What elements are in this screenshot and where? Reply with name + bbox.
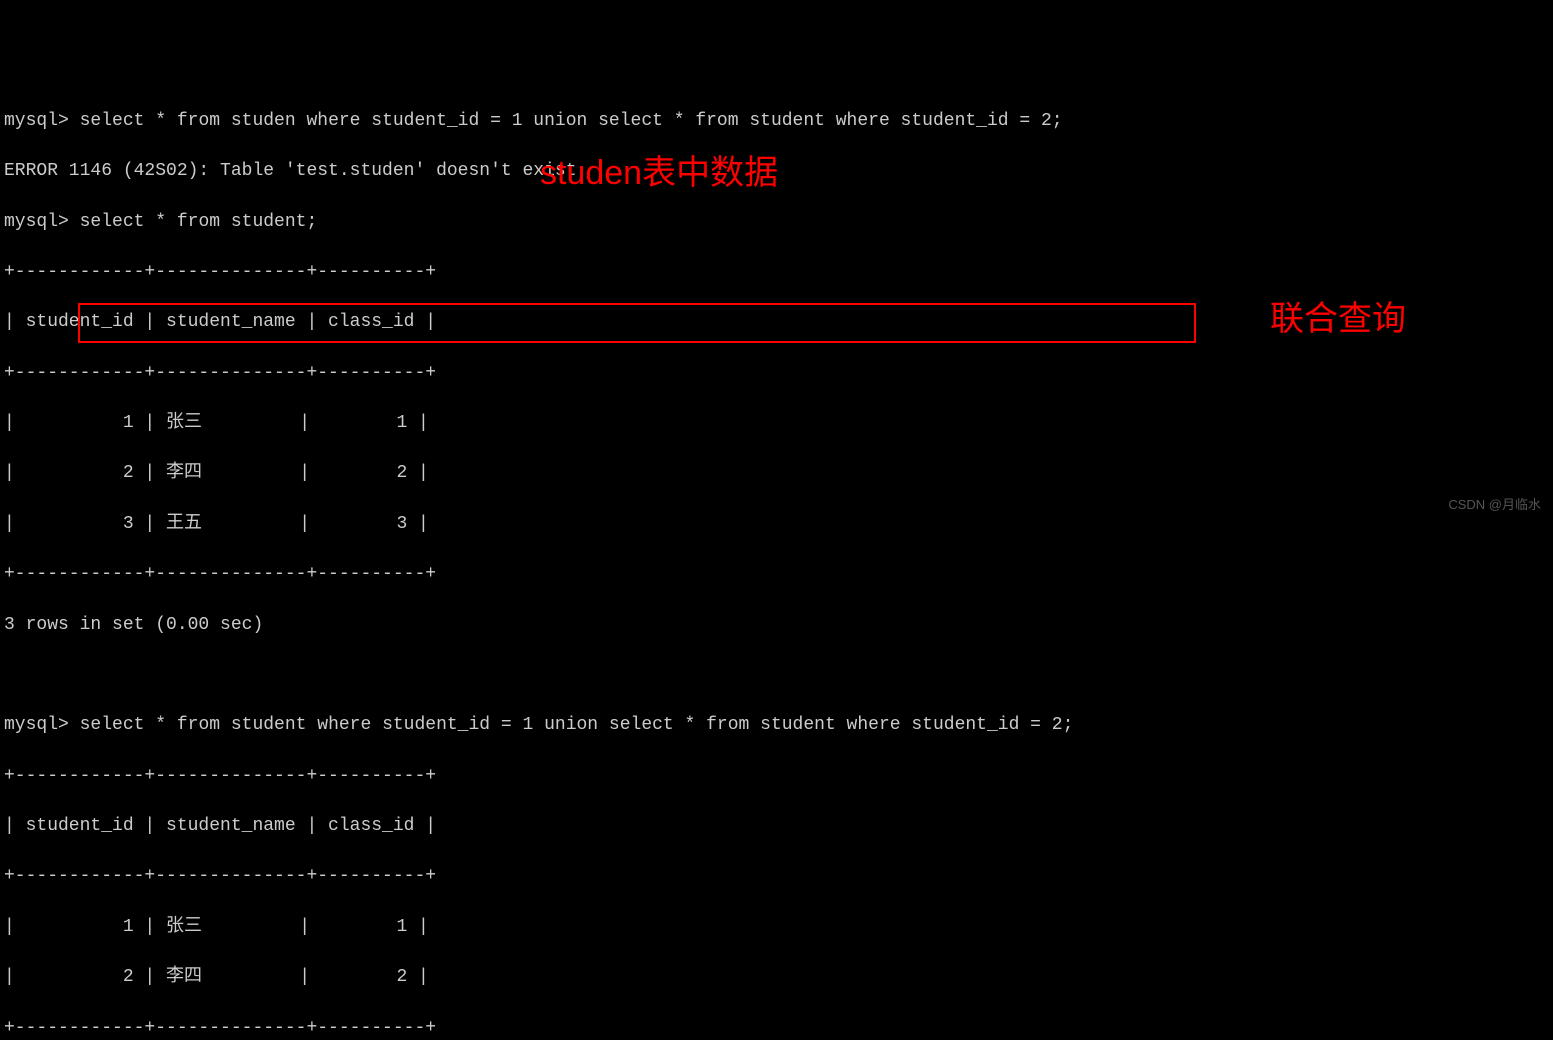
result-footer: 3 rows in set (0.00 sec) [4,613,1549,638]
sql-query-1: select * from studen where student_id = … [80,111,1063,131]
watermark: CSDN @月临水 [1448,496,1541,514]
table-border: +------------+--------------+----------+ [4,1016,1549,1040]
annotation-label-2: 联合查询 [1270,296,1406,344]
annotation-label-1: studen表中数据 [540,150,778,198]
sql-query-3: select * from student where student_id =… [80,715,1074,735]
table-border: +------------+--------------+----------+ [4,864,1549,889]
sql-query-2: select * from student; [80,212,318,232]
terminal-line: mysql> select * from student; [4,210,1549,235]
mysql-prompt: mysql> [4,715,80,735]
table-header: | student_id | student_name | class_id | [4,814,1549,839]
table-row: | 1 | 张三 | 1 | [4,411,1549,436]
mysql-prompt: mysql> [4,212,80,232]
table-row: | 1 | 张三 | 1 | [4,915,1549,940]
mysql-prompt: mysql> [4,111,80,131]
terminal-line: mysql> select * from student where stude… [4,713,1549,738]
table-border: +------------+--------------+----------+ [4,260,1549,285]
table-row: | 2 | 李四 | 2 | [4,965,1549,990]
table-row: | 3 | 王五 | 3 | [4,512,1549,537]
table-border: +------------+--------------+----------+ [4,562,1549,587]
table-row: | 2 | 李四 | 2 | [4,461,1549,486]
table-border: +------------+--------------+----------+ [4,361,1549,386]
table-border: +------------+--------------+----------+ [4,764,1549,789]
terminal-line: mysql> select * from studen where studen… [4,109,1549,134]
blank-line [4,663,1549,688]
